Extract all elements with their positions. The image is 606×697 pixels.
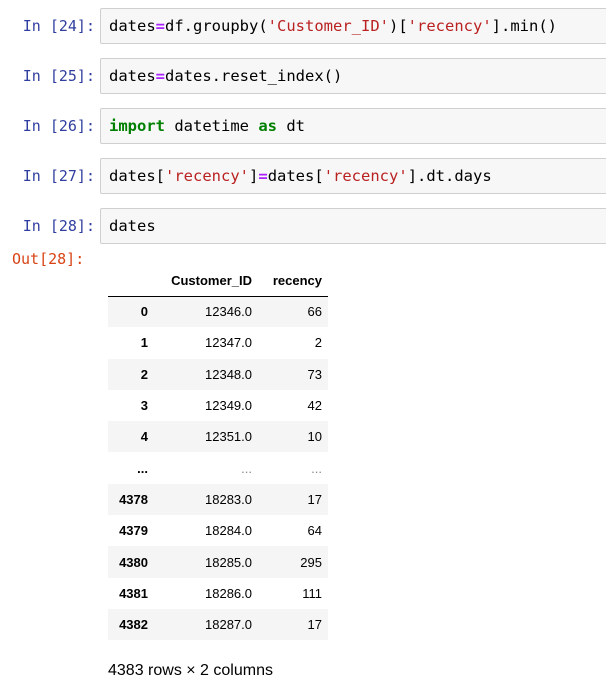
table-row: 1 12347.0 2 bbox=[108, 327, 328, 359]
cell-customer-id: 18283.0 bbox=[205, 491, 252, 507]
row-index: 4378 bbox=[119, 491, 148, 507]
code-cell-24[interactable]: In [24]: dates=df.groupby('Customer_ID')… bbox=[0, 8, 606, 44]
row-index: 4381 bbox=[119, 585, 148, 601]
cell-recency: 17 bbox=[307, 491, 322, 507]
row-index: 4 bbox=[140, 429, 148, 445]
cell-customer-id: 18287.0 bbox=[205, 617, 252, 633]
table-row: 4380 18285.0 295 bbox=[108, 546, 328, 578]
code-input[interactable]: dates['recency']=dates['recency'].dt.day… bbox=[100, 158, 606, 194]
code-cell-28[interactable]: In [28]: dates bbox=[0, 208, 606, 244]
code-input[interactable]: dates=dates.reset_index() bbox=[100, 58, 606, 94]
cell-customer-id: 18286.0 bbox=[205, 585, 252, 601]
cell-recency: 42 bbox=[307, 398, 322, 414]
table-row: 2 12348.0 73 bbox=[108, 358, 328, 390]
row-index: 0 bbox=[140, 304, 148, 320]
table-row: 4 12351.0 10 bbox=[108, 421, 328, 453]
input-prompt: In [25]: bbox=[22, 67, 95, 85]
output-prompt: Out[28]: bbox=[12, 250, 85, 268]
row-index: ... bbox=[137, 460, 148, 476]
code-text: import datetime as dt bbox=[109, 117, 305, 135]
cell-recency: 111 bbox=[302, 585, 322, 601]
cell-customer-id: 12351.0 bbox=[205, 429, 252, 445]
dataframe-shape-footer: 4383 rows × 2 columns bbox=[108, 662, 273, 679]
cell-customer-id: 12347.0 bbox=[205, 335, 252, 351]
cell-recency: ... bbox=[311, 460, 322, 476]
table-row: 4378 18283.0 17 bbox=[108, 483, 328, 516]
cell-customer-id: ... bbox=[241, 460, 252, 476]
code-cell-27[interactable]: In [27]: dates['recency']=dates['recency… bbox=[0, 158, 606, 194]
cell-customer-id: 18285.0 bbox=[205, 554, 252, 570]
code-input[interactable]: import datetime as dt bbox=[100, 108, 606, 144]
code-text: dates=dates.reset_index() bbox=[109, 67, 343, 85]
row-index: 4380 bbox=[119, 554, 148, 570]
column-header-customer-id: Customer_ID bbox=[154, 266, 258, 297]
code-cell-25[interactable]: In [25]: dates=dates.reset_index() bbox=[0, 58, 606, 94]
table-row: 4382 18287.0 17 bbox=[108, 608, 328, 641]
index-header bbox=[108, 266, 154, 297]
cell-customer-id: 12348.0 bbox=[205, 366, 252, 382]
input-prompt: In [28]: bbox=[22, 217, 95, 235]
column-header-recency: recency bbox=[258, 266, 328, 297]
table-row: 3 12349.0 42 bbox=[108, 389, 328, 422]
code-text: dates=df.groupby('Customer_ID')['recency… bbox=[109, 17, 557, 35]
cell-recency: 64 bbox=[307, 523, 322, 539]
row-index: 4382 bbox=[119, 617, 148, 633]
table-row-ellipsis: ......... bbox=[108, 452, 328, 484]
input-prompt: In [27]: bbox=[22, 167, 95, 185]
code-cell-26[interactable]: In [26]: import datetime as dt bbox=[0, 108, 606, 144]
code-input[interactable]: dates=df.groupby('Customer_ID')['recency… bbox=[100, 8, 606, 44]
cell-recency: 17 bbox=[307, 617, 322, 633]
cell-customer-id: 12346.0 bbox=[205, 304, 252, 320]
table-row: 4379 18284.0 64 bbox=[108, 515, 328, 547]
code-input[interactable]: dates bbox=[100, 208, 606, 244]
row-index: 4379 bbox=[119, 523, 148, 539]
table-row: 0 12346.0 66 bbox=[108, 296, 328, 328]
cell-customer-id: 12349.0 bbox=[205, 398, 252, 414]
code-text: dates bbox=[109, 217, 156, 235]
table-header-row: Customer_ID recency bbox=[108, 266, 328, 297]
cell-recency: 2 bbox=[314, 335, 322, 351]
row-index: 1 bbox=[140, 335, 148, 351]
table-row: 4381 18286.0 111 bbox=[108, 577, 328, 609]
cell-recency: 10 bbox=[307, 429, 322, 445]
row-index: 2 bbox=[140, 366, 148, 382]
cell-customer-id: 18284.0 bbox=[205, 523, 252, 539]
cell-recency: 66 bbox=[307, 304, 322, 320]
cell-recency: 295 bbox=[300, 554, 322, 570]
input-prompt: In [24]: bbox=[22, 17, 95, 35]
row-index: 3 bbox=[140, 398, 148, 414]
dataframe-table: Customer_ID recency 0 12346.0 66 1 12347.0 2… bbox=[108, 266, 328, 641]
code-text: dates['recency']=dates['recency'].dt.day… bbox=[109, 167, 492, 185]
input-prompt: In [26]: bbox=[22, 117, 95, 135]
cell-recency: 73 bbox=[307, 366, 322, 382]
